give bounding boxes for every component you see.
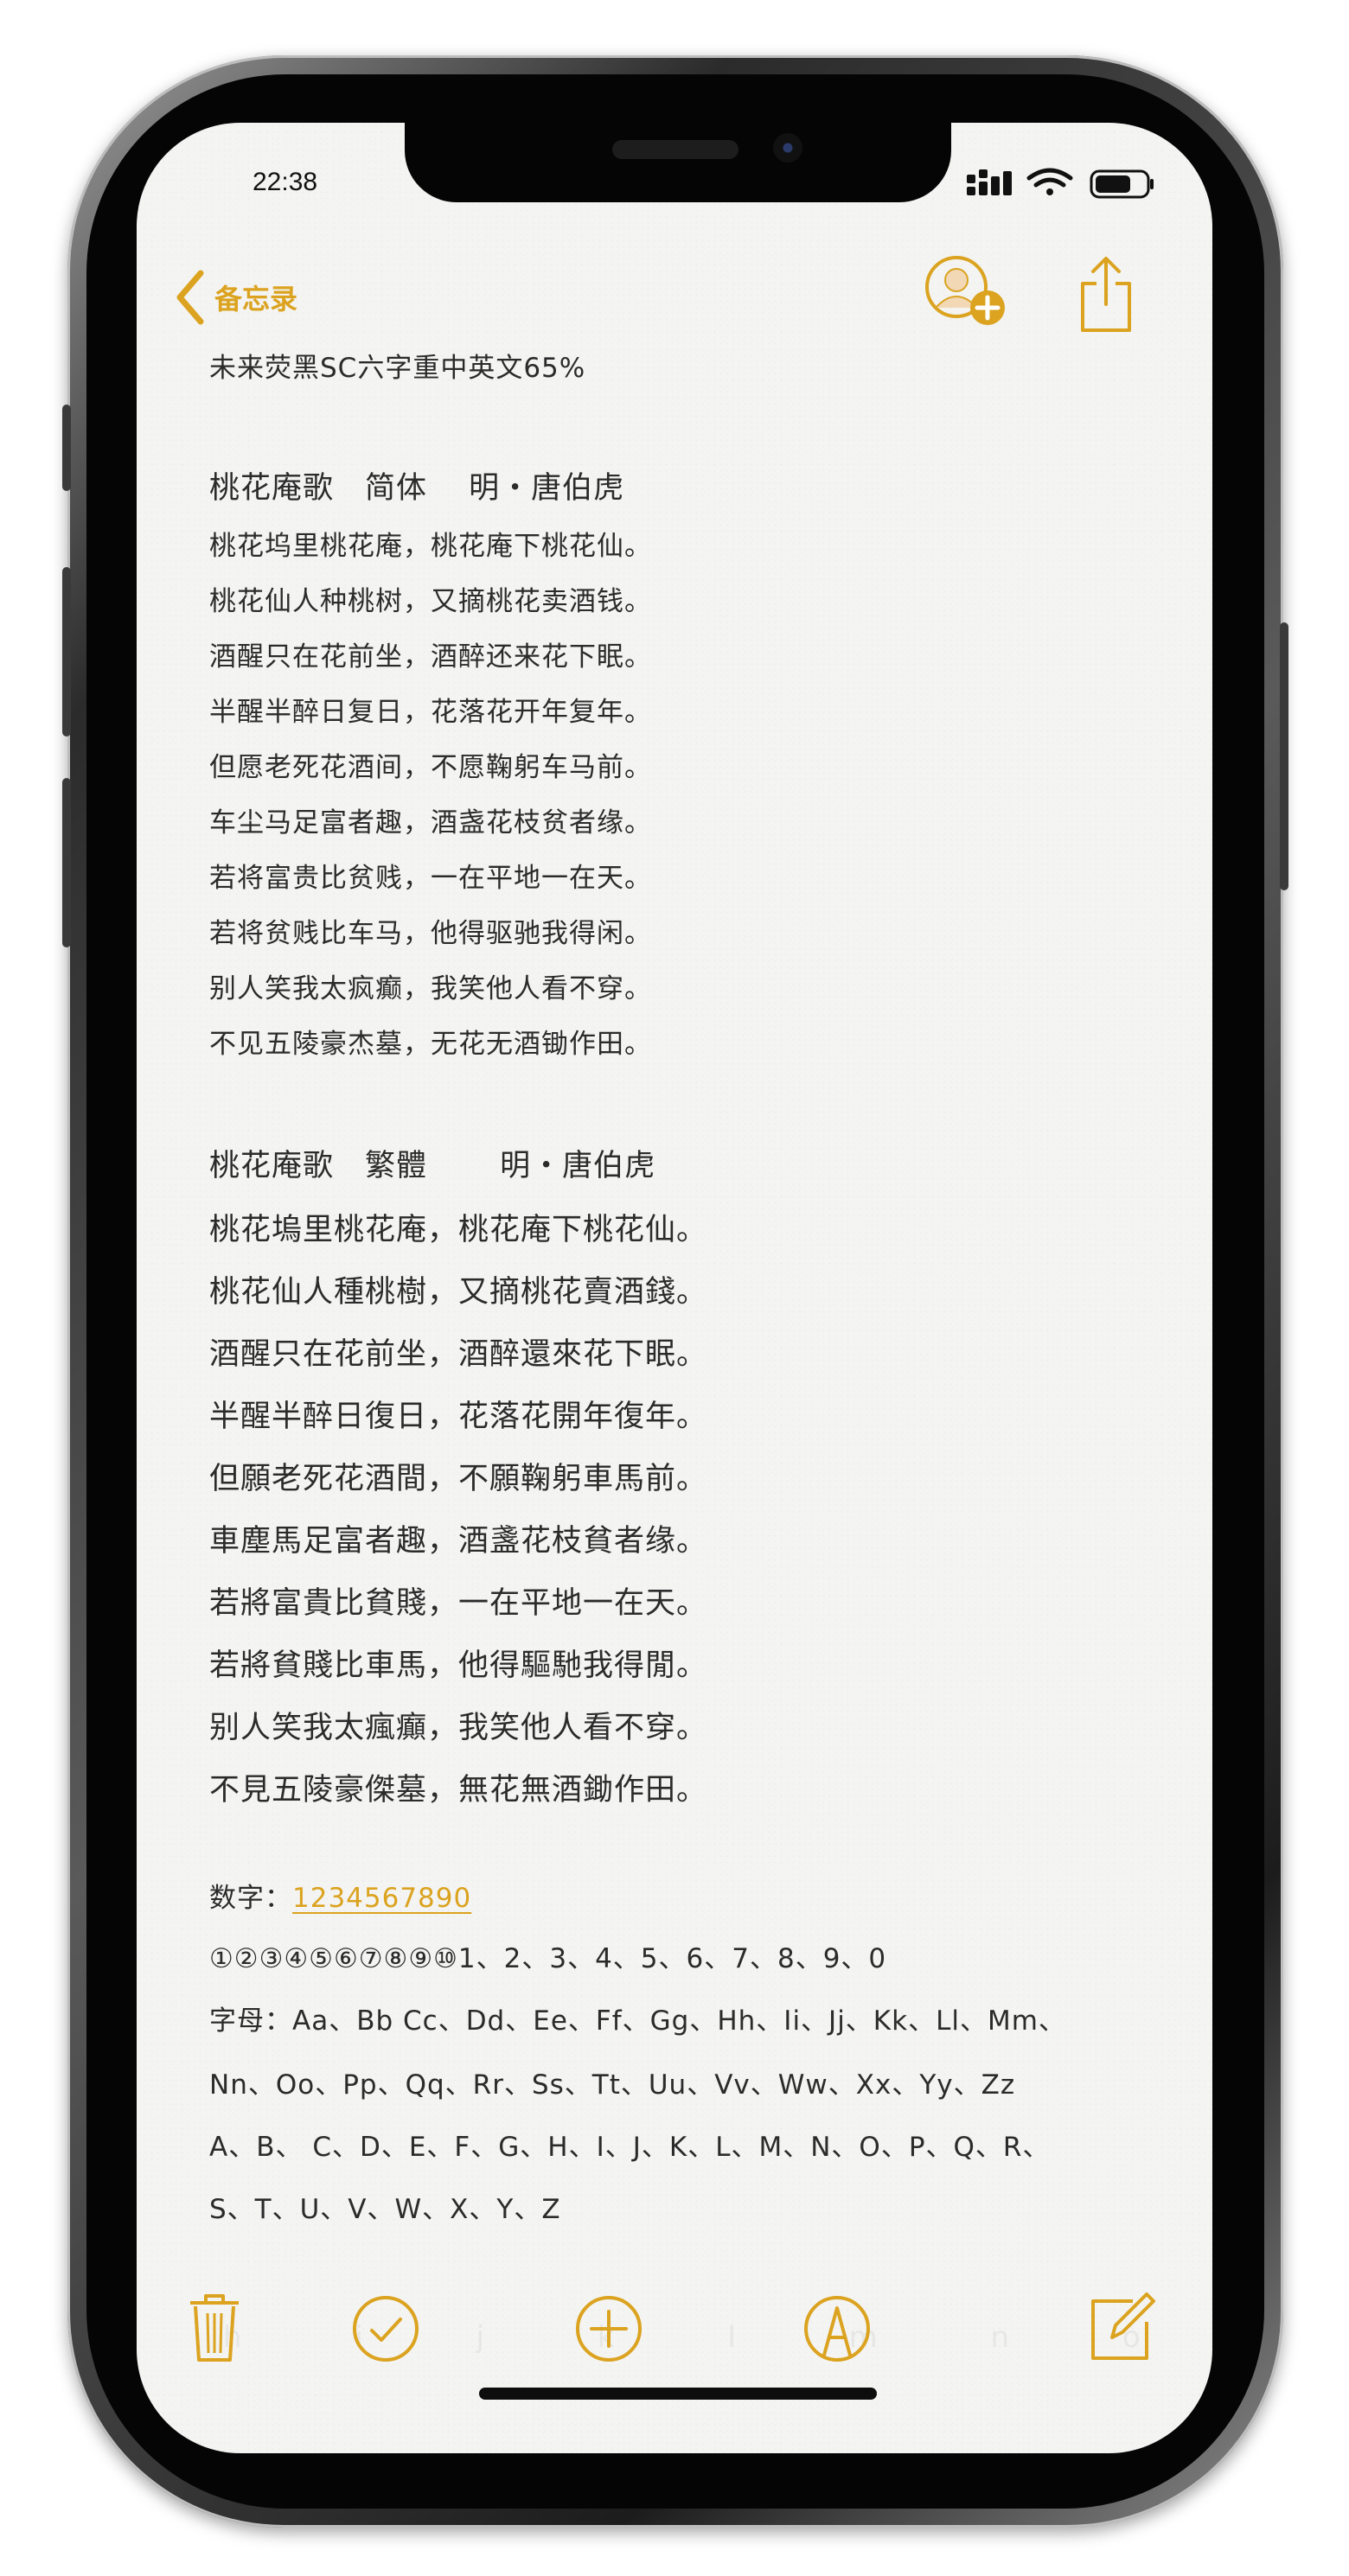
power-button <box>1280 622 1288 890</box>
battery-icon <box>1090 169 1154 199</box>
traditional-line: 别人笑我太瘋癲，我笑他人看不穿。 <box>209 1711 708 1745</box>
volume-down-button <box>62 778 71 947</box>
digits-label: 数字： <box>209 1883 292 1914</box>
markup-icon[interactable] <box>802 2292 872 2365</box>
letters-line: S、T、U、V、W、X、Y、Z <box>209 2194 561 2225</box>
simplified-line: 但愿老死花酒间，不愿鞠躬车马前。 <box>209 752 652 783</box>
earpiece-speaker <box>612 140 738 159</box>
simplified-line: 若将富贵比贫贱，一在平地一在天。 <box>209 863 652 894</box>
notes-screen: 22:38 备忘录 未来荧黑SC六字重中英文65% 桃花庵歌 简体 明・唐伯虎 … <box>137 123 1212 2453</box>
simplified-line: 桃花坞里桃花庵，桃花庵下桃花仙。 <box>209 531 652 562</box>
status-icons <box>967 168 1154 199</box>
chevron-left-icon <box>176 270 204 325</box>
letters-line: A、B、 C、D、E、F、G、H、I、J、K、L、M、N、O、P、Q、R、 <box>209 2132 1051 2163</box>
traditional-line: 不見五陵豪傑墓，無花無酒鋤作田。 <box>209 1773 708 1808</box>
simplified-line: 若将贫贱比车马，他得驱驰我得闲。 <box>209 918 652 949</box>
simplified-line: 别人笑我太疯癫，我笑他人看不穿。 <box>209 973 652 1004</box>
checklist-icon[interactable] <box>351 2294 420 2363</box>
circled-digits: ①②③④⑤⑥⑦⑧⑨⑩1、2、3、4、5、6、7、8、9、0 <box>209 1943 887 1974</box>
mute-switch <box>62 405 71 491</box>
signal-icon <box>967 169 1012 195</box>
letters-line: Nn、Oo、Pp、Qq、Rr、Ss、Tt、Uu、Vv、Ww、Xx、Yy、Zz <box>209 2069 1016 2101</box>
traditional-line: 若將富貴比貧賤，一在平地一在天。 <box>209 1586 708 1621</box>
digits-link[interactable]: 1234567890 <box>292 1883 471 1914</box>
traditional-line: 若將貧賤比車馬，他得驅馳我得閒。 <box>209 1648 708 1683</box>
letters-line: 字母：Aa、Bb Cc、Dd、Ee、Ff、Gg、Hh、Ii、Jj、Kk、Ll、M… <box>209 2005 1066 2037</box>
home-indicator[interactable] <box>479 2388 877 2400</box>
status-time: 22:38 <box>253 168 318 196</box>
traditional-line: 桃花仙人種桃樹，又摘桃花賣酒錢。 <box>209 1275 708 1310</box>
front-camera <box>773 133 802 163</box>
traditional-title: 桃花庵歌 繁體 明・唐伯虎 <box>209 1149 656 1183</box>
digits-row: 数字：1234567890 <box>209 1876 471 1915</box>
wifi-icon <box>1026 168 1073 195</box>
add-icon[interactable] <box>574 2294 643 2363</box>
trash-icon[interactable] <box>187 2291 242 2363</box>
simplified-line: 酒醒只在花前坐，酒醉还来花下眠。 <box>209 641 652 673</box>
volume-up-button <box>62 567 71 736</box>
simplified-line: 不见五陵豪杰墓，无花无酒锄作田。 <box>209 1029 652 1060</box>
back-button[interactable]: 备忘录 <box>175 270 297 325</box>
share-icon[interactable] <box>1077 254 1135 334</box>
compose-icon[interactable] <box>1088 2287 1157 2362</box>
simplified-line: 车尘马足富者趣，酒盏花枝贫者缘。 <box>209 807 652 838</box>
add-person-icon[interactable] <box>924 254 1010 332</box>
simplified-title: 桃花庵歌 简体 明・唐伯虎 <box>209 471 625 506</box>
notch <box>405 123 951 202</box>
traditional-line: 桃花塢里桃花庵，桃花庵下桃花仙。 <box>209 1213 708 1247</box>
traditional-line: 車塵馬足富者趣，酒盞花枝貧者缘。 <box>209 1524 708 1559</box>
back-label: 备忘录 <box>214 283 298 316</box>
simplified-line: 半醒半醉日复日，花落花开年复年。 <box>209 697 652 728</box>
traditional-line: 但願老死花酒間，不願鞠躬車馬前。 <box>209 1462 708 1496</box>
traditional-line: 半醒半醉日復日，花落花開年復年。 <box>209 1400 708 1434</box>
traditional-line: 酒醒只在花前坐，酒醉還來花下眠。 <box>209 1337 708 1372</box>
simplified-line: 桃花仙人种桃树，又摘桃花卖酒钱。 <box>209 586 652 617</box>
note-header: 未来荧黑SC六字重中英文65% <box>209 353 586 384</box>
